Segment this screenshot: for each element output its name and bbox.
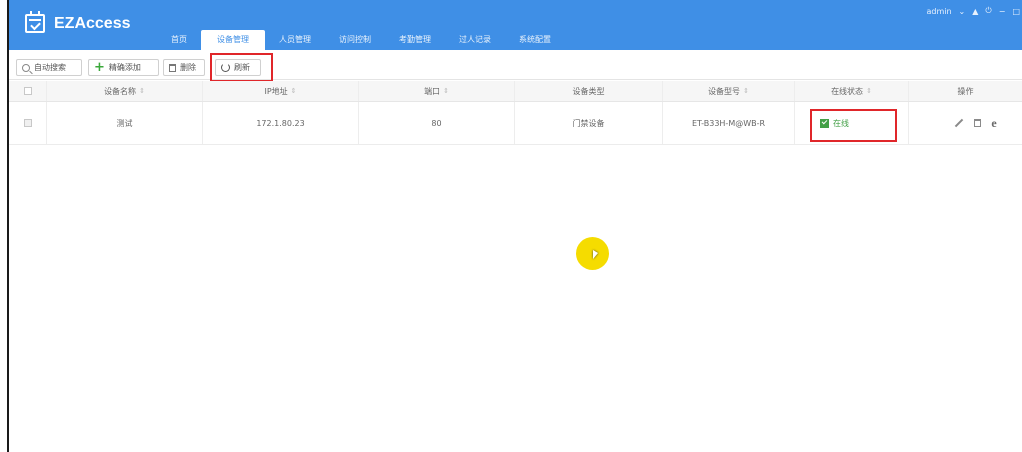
cell-ip: 172.1.80.23: [203, 102, 359, 144]
header-device-type-label: 设备类型: [572, 86, 605, 96]
sort-icon: ⇕: [443, 87, 449, 95]
edit-icon[interactable]: [955, 118, 964, 128]
auto-search-button[interactable]: 自动搜索: [16, 59, 82, 76]
search-icon: [22, 63, 30, 72]
power-icon[interactable]: ⏻: [985, 6, 991, 16]
select-all-cell: [9, 81, 47, 101]
precise-add-label: 精确添加: [108, 63, 141, 72]
row-checkbox[interactable]: [23, 119, 32, 127]
header-device-type: 设备类型: [515, 81, 663, 101]
header-port-label: 端口: [424, 86, 441, 96]
window-edge: [0, 0, 9, 452]
lock-icon[interactable]: ▲: [972, 7, 978, 16]
delete-icon[interactable]: [974, 119, 982, 127]
header-operations-label: 操作: [957, 86, 974, 96]
toolbar: 自动搜索 + 精确添加 删除 刷新: [9, 50, 1022, 82]
app-window: EZAccess 首页 设备管理 人员管理 访问控制 考勤管理 过人记录 系统配…: [9, 0, 1022, 452]
mouse-cursor-icon: [593, 250, 598, 259]
tab-pass-records[interactable]: 过人记录: [445, 30, 505, 50]
sort-icon: ⇕: [139, 87, 145, 95]
user-area: admin ⌄ ▲ ⏻ − □: [919, 6, 1020, 16]
top-header: EZAccess 首页 设备管理 人员管理 访问控制 考勤管理 过人记录 系统配…: [9, 0, 1022, 50]
header-ip-label: IP地址: [264, 86, 288, 96]
table-header: 设备名称 ⇕ IP地址 ⇕ 端口 ⇕ 设备类型 设备型号 ⇕ 在线状态 ⇕ 操作: [9, 81, 1022, 102]
logo: EZAccess: [25, 11, 131, 33]
header-operations: 操作: [909, 81, 1022, 101]
tab-home[interactable]: 首页: [157, 30, 201, 50]
cell-port: 80: [359, 102, 515, 144]
tab-attendance[interactable]: 考勤管理: [385, 30, 445, 50]
status-highlight-box: [810, 109, 897, 142]
delete-button[interactable]: 删除: [163, 59, 205, 76]
header-device-name-label: 设备名称: [104, 86, 137, 96]
cell-device-name: 测试: [47, 102, 203, 144]
header-port[interactable]: 端口 ⇕: [359, 81, 515, 101]
trash-icon: [169, 63, 176, 72]
cell-operations: e: [909, 102, 1022, 144]
minimize-icon[interactable]: −: [999, 7, 1006, 16]
calendar-check-icon: [25, 11, 45, 33]
delete-label: 删除: [180, 63, 196, 72]
plus-icon: +: [94, 60, 105, 75]
header-ip[interactable]: IP地址 ⇕: [203, 81, 359, 101]
logo-text: EZAccess: [54, 14, 131, 32]
username[interactable]: admin: [926, 7, 951, 16]
auto-search-label: 自动搜索: [34, 63, 66, 72]
cell-device-type: 门禁设备: [515, 102, 663, 144]
ie-icon[interactable]: e: [991, 116, 996, 131]
tab-device-management[interactable]: 设备管理: [201, 30, 265, 50]
header-online-status[interactable]: 在线状态 ⇕: [795, 81, 909, 101]
sort-icon: ⇕: [866, 87, 872, 95]
select-all-checkbox[interactable]: [23, 87, 32, 95]
sort-icon: ⇕: [290, 87, 297, 95]
tab-system-config[interactable]: 系统配置: [505, 30, 565, 50]
row-actions: e: [954, 116, 997, 131]
header-device-name[interactable]: 设备名称 ⇕: [47, 81, 203, 101]
header-online-status-label: 在线状态: [831, 86, 864, 96]
tab-access-control[interactable]: 访问控制: [325, 30, 385, 50]
maximize-icon[interactable]: □: [1012, 7, 1020, 16]
header-model[interactable]: 设备型号 ⇕: [663, 81, 795, 101]
refresh-highlight-box: [210, 53, 273, 82]
header-model-label: 设备型号: [708, 86, 741, 96]
row-select-cell: [9, 102, 47, 144]
tab-personnel[interactable]: 人员管理: [265, 30, 325, 50]
sort-icon: ⇕: [743, 87, 749, 95]
chevron-down-icon[interactable]: ⌄: [959, 7, 966, 16]
main-nav: 首页 设备管理 人员管理 访问控制 考勤管理 过人记录 系统配置: [157, 30, 565, 50]
precise-add-button[interactable]: + 精确添加: [88, 59, 159, 76]
cell-model: ET-B33H-M@WB-R: [663, 102, 795, 144]
